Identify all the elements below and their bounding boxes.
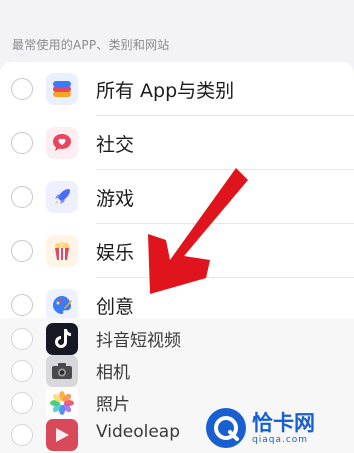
palette-brush-icon [46, 289, 78, 321]
row-label: 所有 App与类别 [96, 79, 235, 102]
row-label: 照片 [96, 395, 130, 415]
radio-button[interactable] [11, 294, 33, 316]
row-label: 创意 [96, 295, 135, 318]
row-app-douyin[interactable]: 抖音短视频 [0, 323, 354, 355]
radio-button[interactable] [11, 132, 33, 154]
camera-icon [46, 355, 78, 387]
row-app-camera[interactable]: 相机 [0, 355, 354, 387]
radio-button[interactable] [11, 392, 33, 414]
watermark: 恰卡网 qiaqa.com [206, 406, 352, 450]
watermark-url: qiaqa.com [252, 434, 309, 445]
rocket-icon [46, 181, 78, 213]
section-header: 最常使用的APP、类别和网站 [12, 38, 170, 52]
photos-flower-icon [46, 387, 78, 419]
radio-button[interactable] [11, 360, 33, 382]
row-label: 相机 [96, 363, 130, 383]
watermark-title: 恰卡网 [252, 410, 315, 435]
row-label: 社交 [96, 133, 135, 156]
watermark-logo-icon [206, 408, 246, 448]
tiktok-icon [46, 323, 78, 355]
row-label: 娱乐 [96, 241, 135, 264]
popcorn-icon [46, 235, 78, 267]
chat-heart-icon [46, 127, 78, 159]
annotation-arrow-icon [148, 168, 248, 294]
row-label: Videoleap [96, 422, 181, 442]
radio-button[interactable] [11, 328, 33, 350]
radio-button[interactable] [11, 424, 33, 446]
radio-button[interactable] [11, 78, 33, 100]
row-all-apps[interactable]: 所有 App与类别 [0, 62, 354, 116]
row-label: 抖音短视频 [96, 331, 181, 351]
radio-button[interactable] [11, 186, 33, 208]
stack-layers-icon [46, 73, 78, 105]
videoleap-icon [46, 419, 78, 451]
radio-button[interactable] [11, 240, 33, 262]
row-label: 游戏 [96, 187, 135, 210]
